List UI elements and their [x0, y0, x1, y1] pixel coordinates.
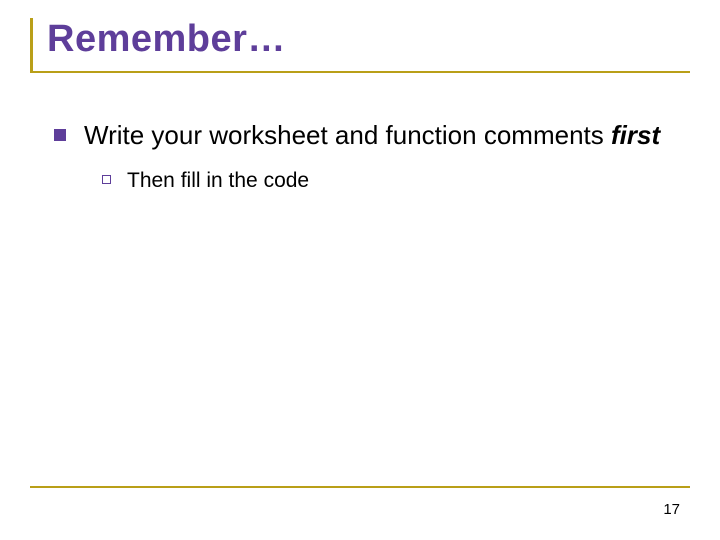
- title-container: Remember…: [30, 18, 690, 71]
- page-number: 17: [663, 501, 680, 518]
- bullet-level1-prefix: Write your worksheet and function commen…: [84, 120, 611, 150]
- slide: Remember… Write your worksheet and funct…: [0, 0, 720, 540]
- bullet-level1-emph: first: [611, 120, 660, 150]
- slide-title: Remember…: [47, 18, 690, 61]
- square-bullet-icon: [54, 129, 66, 141]
- hollow-square-bullet-icon: [102, 175, 111, 184]
- bullet-level1-text: Write your worksheet and function commen…: [84, 119, 660, 152]
- bullet-level2-text: Then fill in the code: [127, 168, 309, 193]
- bullet-level2: Then fill in the code: [102, 168, 680, 193]
- slide-body: Write your worksheet and function commen…: [30, 73, 690, 193]
- bullet-level1: Write your worksheet and function commen…: [54, 119, 680, 152]
- footer-divider: [30, 486, 690, 488]
